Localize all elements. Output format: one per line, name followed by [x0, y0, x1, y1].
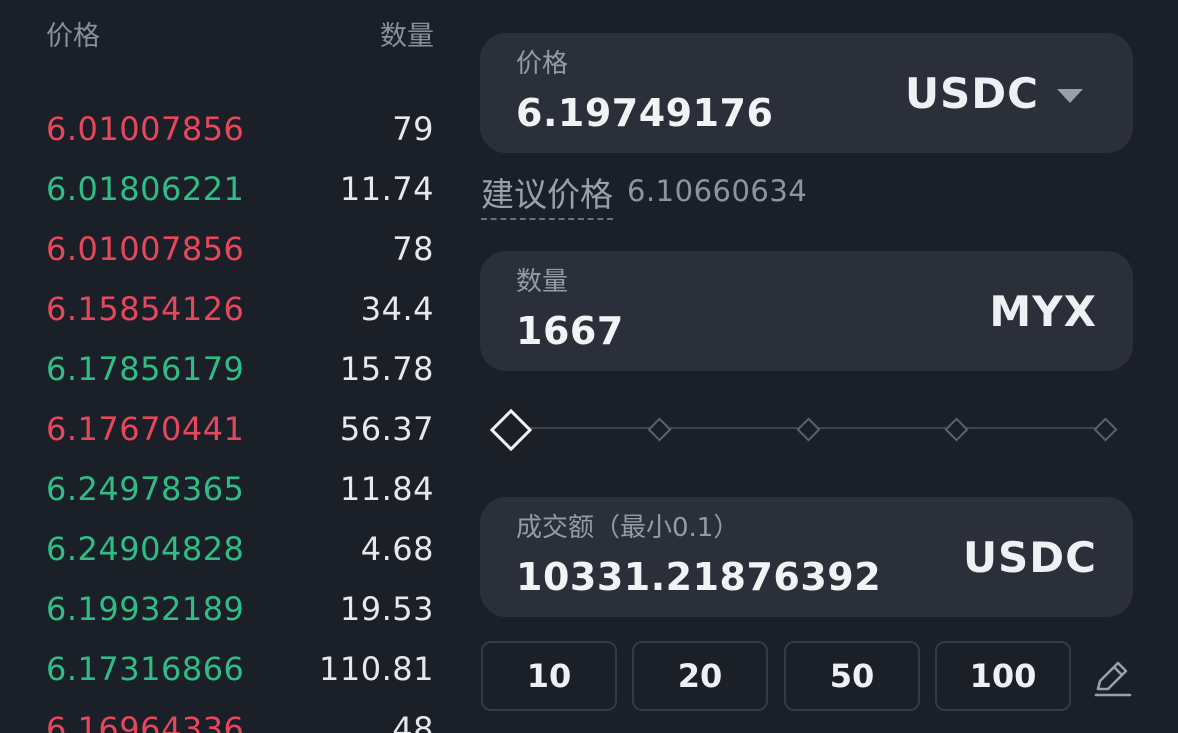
order-price: 6.01007856 [46, 110, 245, 148]
quantity-input[interactable]: 1667 [516, 309, 624, 353]
slider-mark-100[interactable] [1093, 417, 1118, 442]
order-book-row[interactable]: 6.19932189 19.53 [46, 580, 434, 640]
order-price: 6.16964336 [46, 710, 245, 733]
order-quantity: 4.68 [360, 530, 434, 568]
order-price: 6.24904828 [46, 530, 245, 568]
price-label: 价格 [516, 49, 569, 79]
trade-screen: 价格 数量 6.01007856 79 6.01806221 11.74 6.01007… [0, 0, 1178, 733]
order-price: 6.01007856 [46, 230, 245, 268]
quick-amount-10-button[interactable]: 10 [481, 641, 617, 711]
slider-mark-25[interactable] [647, 417, 672, 442]
order-book-row[interactable]: 6.15854126 34.4 [46, 280, 434, 340]
order-book-quantity-header: 数量 [380, 21, 434, 52]
order-book-row[interactable]: 6.16964336 48 [46, 700, 434, 733]
caret-down-icon [1057, 88, 1083, 103]
price-input[interactable]: 6.19749176 [516, 91, 773, 135]
order-book-row[interactable]: 6.24978365 11.84 [46, 460, 434, 520]
pencil-icon[interactable] [1090, 655, 1134, 699]
total-input[interactable]: 10331.21876392 [516, 555, 881, 599]
order-price: 6.24978365 [46, 470, 245, 508]
order-price: 6.17856179 [46, 350, 245, 388]
order-quantity: 56.37 [339, 410, 434, 448]
total-unit: USDC [962, 533, 1097, 582]
quantity-field[interactable]: 数量 1667 MYX [480, 251, 1133, 371]
order-book-row[interactable]: 6.24904828 4.68 [46, 520, 434, 580]
order-quantity: 19.53 [339, 590, 434, 628]
order-price: 6.19932189 [46, 590, 245, 628]
order-book-rows: 6.01007856 79 6.01806221 11.74 6.01007856 78 6… [46, 100, 434, 733]
order-quantity: 48 [392, 710, 434, 733]
order-book-row[interactable]: 6.01806221 11.74 [46, 160, 434, 220]
order-book-price-header: 价格 [46, 21, 100, 52]
quick-amount-20-button[interactable]: 20 [632, 641, 768, 711]
quick-amount-50-button[interactable]: 50 [784, 641, 920, 711]
order-book-row[interactable]: 6.01007856 78 [46, 220, 434, 280]
quantity-unit: MYX [989, 287, 1097, 336]
price-unit-select[interactable]: USDC [905, 69, 1083, 118]
order-book-row[interactable]: 6.17670441 56.37 [46, 400, 434, 460]
order-book-row[interactable]: 6.17316866 110.81 [46, 640, 434, 700]
order-quantity: 78 [392, 230, 434, 268]
order-quantity: 110.81 [319, 650, 434, 688]
order-quantity: 79 [392, 110, 434, 148]
order-book-row[interactable]: 6.01007856 79 [46, 100, 434, 160]
total-label: 成交额（最小0.1） [516, 513, 740, 543]
order-price: 6.17316866 [46, 650, 245, 688]
suggested-price: 建议价格 6.10660634 [481, 168, 808, 220]
slider-thumb[interactable] [489, 408, 533, 452]
order-price: 6.01806221 [46, 170, 245, 208]
quantity-slider[interactable] [489, 408, 1120, 452]
order-quantity: 15.78 [339, 350, 434, 388]
order-book-row[interactable]: 6.17856179 15.78 [46, 340, 434, 400]
order-quantity: 11.74 [339, 170, 434, 208]
order-book-header: 价格 数量 [46, 14, 434, 54]
suggested-price-label[interactable]: 建议价格 [481, 168, 613, 220]
quantity-label: 数量 [516, 267, 569, 297]
price-field[interactable]: 价格 6.19749176 USDC [480, 33, 1133, 153]
order-book: 价格 数量 6.01007856 79 6.01806221 11.74 6.01007… [0, 0, 460, 733]
suggested-price-value: 6.10660634 [627, 174, 808, 208]
slider-mark-75[interactable] [944, 417, 969, 442]
order-quantity: 11.84 [339, 470, 434, 508]
quick-amount-100-button[interactable]: 100 [935, 641, 1071, 711]
total-field[interactable]: 成交额（最小0.1） 10331.21876392 USDC [480, 497, 1133, 617]
order-price: 6.15854126 [46, 290, 245, 328]
price-unit: USDC [904, 69, 1039, 118]
slider-mark-50[interactable] [796, 417, 821, 442]
order-quantity: 34.4 [360, 290, 434, 328]
order-price: 6.17670441 [46, 410, 245, 448]
